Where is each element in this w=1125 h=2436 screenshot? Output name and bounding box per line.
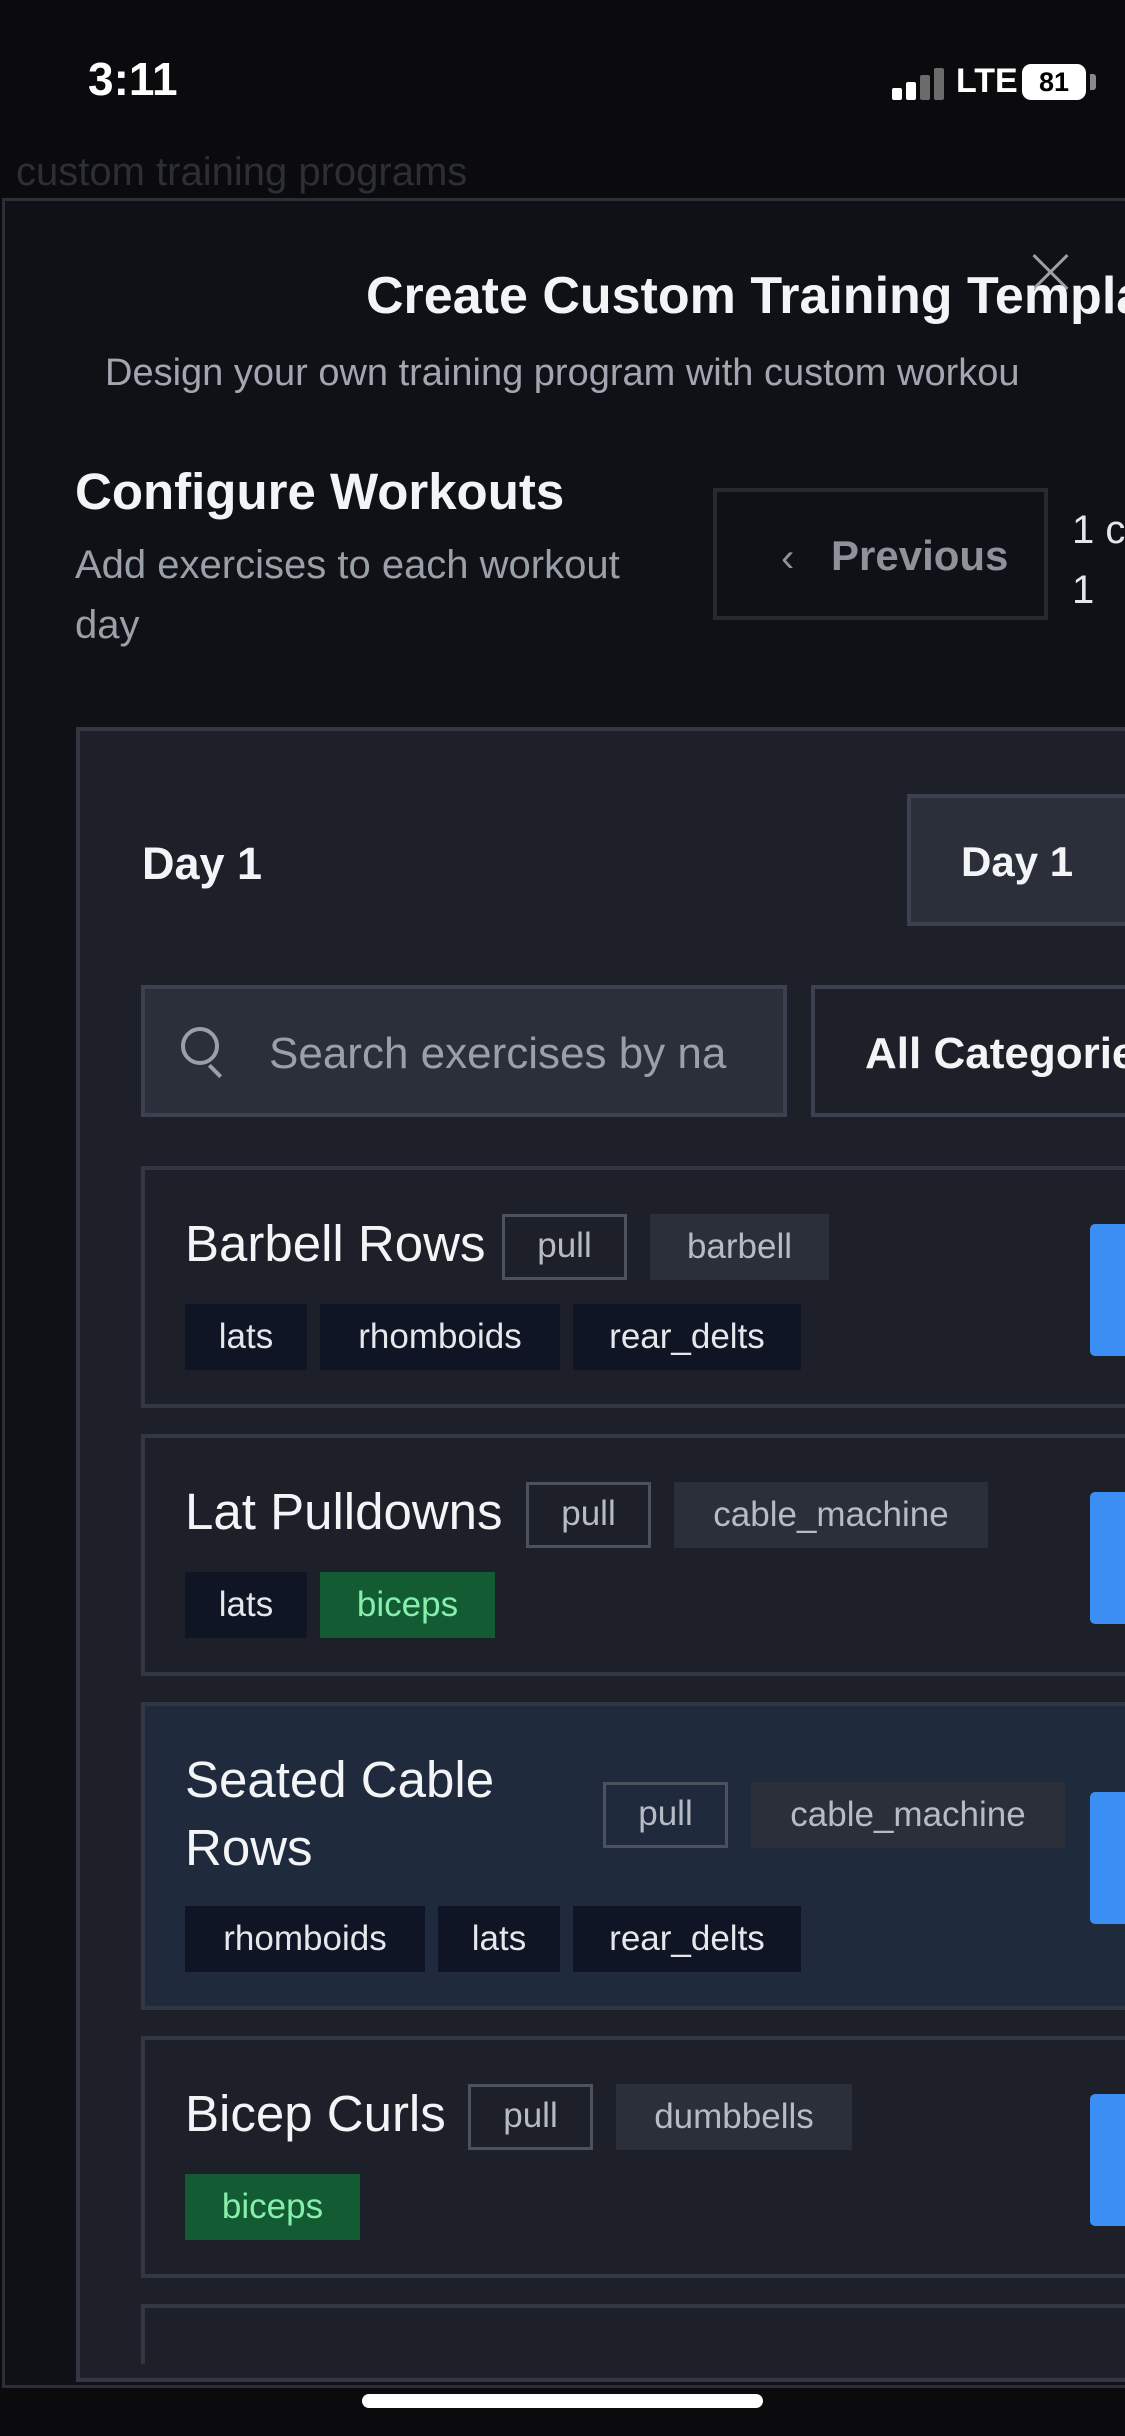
muscle-tag: rear_delts	[573, 1304, 801, 1370]
battery-icon: 81	[1022, 64, 1086, 100]
background-page-title: custom training programs	[16, 150, 468, 194]
equipment-tag: dumbbells	[616, 2084, 852, 2150]
muscle-tag: rhomboids	[185, 1906, 425, 1972]
modal-title: Create Custom Training Templat	[366, 267, 1125, 325]
add-exercise-button[interactable]	[1090, 1224, 1125, 1356]
step-progress-line-2: 1	[1072, 568, 1095, 612]
add-exercise-button[interactable]	[1090, 1492, 1125, 1624]
step-progress-line-1: 1 c	[1072, 508, 1125, 552]
exercise-name: Bicep Curls	[185, 2085, 446, 2142]
step-description: Add exercises to each workout day	[75, 543, 620, 647]
exercise-card[interactable]: Barbell Rows pull barbell lats rhomboids…	[141, 1166, 1125, 1408]
muscle-tag: rhomboids	[320, 1304, 560, 1370]
previous-button[interactable]: ‹ Previous	[713, 488, 1048, 620]
search-icon	[181, 1027, 219, 1065]
status-bar: 3:11 LTE 81	[0, 0, 1125, 150]
signal-icon	[892, 66, 948, 100]
muscle-tag-highlighted: biceps	[320, 1572, 495, 1638]
exercise-name: Lat Pulldowns	[185, 1483, 503, 1540]
search-placeholder: Search exercises by na	[269, 1029, 727, 1078]
muscle-tag: lats	[185, 1304, 307, 1370]
chevron-left-icon: ‹	[781, 536, 795, 580]
modal-description: Design your own training program with cu…	[105, 352, 1020, 394]
exercise-card-selected[interactable]: Seated Cable Rows pull cable_machine rho…	[141, 1702, 1125, 2010]
muscle-tag-highlighted: biceps	[185, 2174, 360, 2240]
status-time: 3:11	[88, 53, 178, 105]
equipment-tag: cable_machine	[751, 1782, 1065, 1848]
exercise-card[interactable]: Lat Pulldowns pull cable_machine lats bi…	[141, 1434, 1125, 1676]
muscle-tag: lats	[185, 1572, 307, 1638]
equipment-tag: barbell	[650, 1214, 829, 1280]
battery-tip	[1090, 74, 1096, 90]
muscle-tag: lats	[438, 1906, 560, 1972]
exercise-search-input[interactable]: Search exercises by na	[141, 985, 787, 1117]
equipment-tag: cable_machine	[674, 1482, 988, 1548]
category-tag: pull	[468, 2084, 593, 2150]
category-tag: pull	[526, 1482, 651, 1548]
network-label: LTE	[956, 62, 1018, 100]
category-filter-select[interactable]: All Categorie	[811, 985, 1125, 1117]
category-tag: pull	[603, 1782, 728, 1848]
exercise-card[interactable]: Bicep Curls pull dumbbells biceps	[141, 2036, 1125, 2278]
home-indicator[interactable]	[362, 2394, 763, 2408]
step-progress: 1 c 1	[1072, 500, 1125, 620]
step-title: Configure Workouts	[75, 463, 565, 520]
category-tag: pull	[502, 1214, 627, 1280]
muscle-tag: rear_delts	[573, 1906, 801, 1972]
category-filter-value: All Categorie	[865, 1029, 1125, 1078]
add-exercise-button[interactable]	[1090, 1792, 1125, 1924]
day-select[interactable]: Day 1	[907, 794, 1125, 926]
day-select-value: Day 1	[961, 838, 1074, 885]
exercise-card-partial[interactable]	[141, 2304, 1125, 2364]
previous-button-label: Previous	[831, 532, 1009, 579]
exercise-name: Seated Cable Rows	[185, 1751, 495, 1876]
add-exercise-button[interactable]	[1090, 2094, 1125, 2226]
day-title: Day 1	[142, 838, 263, 889]
exercise-name: Barbell Rows	[185, 1215, 486, 1272]
